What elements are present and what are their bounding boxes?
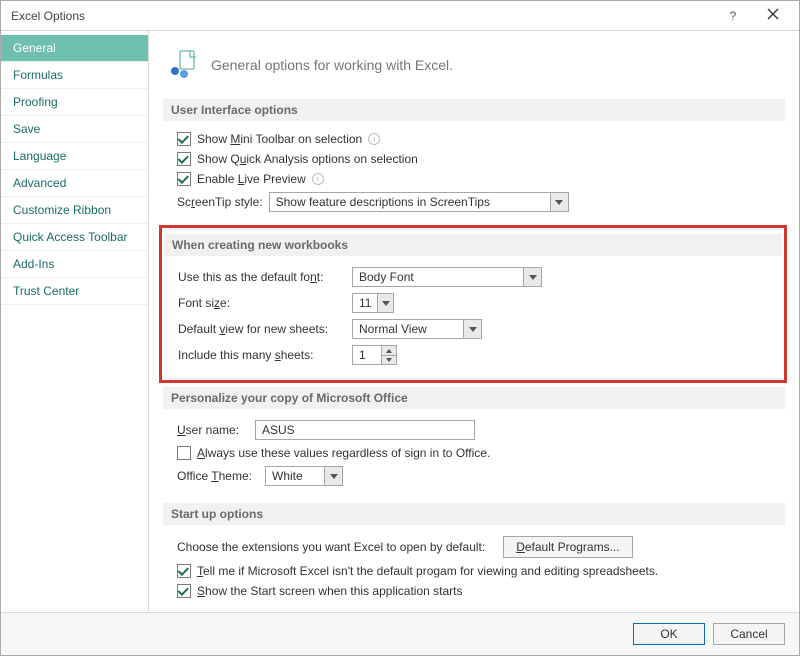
page-heading: General options for working with Excel. xyxy=(163,41,785,95)
choose-extensions-label: Choose the extensions you want Excel to … xyxy=(177,540,485,554)
section-personalize-title: Personalize your copy of Microsoft Offic… xyxy=(163,387,785,409)
show-start-screen-checkbox[interactable] xyxy=(177,584,191,598)
default-programs-button[interactable]: Default Programs... xyxy=(503,536,632,558)
spinner-up-icon[interactable] xyxy=(382,346,396,355)
sidebar-item-advanced[interactable]: Advanced xyxy=(1,170,148,197)
office-theme-value: White xyxy=(272,469,309,483)
spinner-down-icon[interactable] xyxy=(382,355,396,364)
ok-button[interactable]: OK xyxy=(633,623,705,645)
info-icon[interactable] xyxy=(368,133,380,145)
section-newwb: Use this as the default font: Body Font … xyxy=(164,256,782,378)
section-startup-title: Start up options xyxy=(163,503,785,525)
live-preview-checkbox[interactable] xyxy=(177,172,191,186)
default-view-label: Default view for new sheets: xyxy=(178,322,346,336)
sheet-count-value: 1 xyxy=(353,346,381,364)
default-font-value: Body Font xyxy=(359,270,420,284)
ok-label: OK xyxy=(660,627,677,641)
general-options-icon xyxy=(167,49,199,81)
default-view-select[interactable]: Normal View xyxy=(352,319,482,339)
sidebar-item-qat[interactable]: Quick Access Toolbar xyxy=(1,224,148,251)
section-startup: Choose the extensions you want Excel to … xyxy=(163,525,785,611)
cancel-label: Cancel xyxy=(730,627,767,641)
sidebar-item-proofing[interactable]: Proofing xyxy=(1,89,148,116)
dialog-footer: OK Cancel xyxy=(1,613,799,655)
always-use-values-checkbox[interactable] xyxy=(177,446,191,460)
section-newwb-title: When creating new workbooks xyxy=(164,234,782,256)
highlight-box: When creating new workbooks Use this as … xyxy=(159,225,787,383)
default-font-label: Use this as the default font: xyxy=(178,270,346,284)
info-icon[interactable] xyxy=(312,173,324,185)
username-label: User name: xyxy=(177,423,249,437)
close-icon xyxy=(767,8,779,23)
screentip-style-select[interactable]: Show feature descriptions in ScreenTips xyxy=(269,192,569,212)
sidebar-item-customize-ribbon[interactable]: Customize Ribbon xyxy=(1,197,148,224)
show-start-screen-label: Show the Start screen when this applicat… xyxy=(197,584,462,598)
content-pane: General options for working with Excel. … xyxy=(149,31,799,612)
sidebar-item-addins[interactable]: Add-Ins xyxy=(1,251,148,278)
screentip-style-label: ScreenTip style: xyxy=(177,195,263,209)
excel-options-dialog: Excel Options ? General Formulas Proofin… xyxy=(0,0,800,656)
sheet-count-spinner[interactable]: 1 xyxy=(352,345,397,365)
always-use-values-label: Always use these values regardless of si… xyxy=(197,446,490,460)
username-input[interactable]: ASUS xyxy=(255,420,475,440)
chevron-down-icon xyxy=(550,193,568,211)
mini-toolbar-checkbox[interactable] xyxy=(177,132,191,146)
close-button[interactable] xyxy=(753,2,793,30)
section-ui-title: User Interface options xyxy=(163,99,785,121)
category-sidebar: General Formulas Proofing Save Language … xyxy=(1,31,149,612)
sidebar-item-language[interactable]: Language xyxy=(1,143,148,170)
tell-me-default-label: Tell me if Microsoft Excel isn't the def… xyxy=(197,564,658,578)
dialog-title: Excel Options xyxy=(11,9,713,23)
quick-analysis-checkbox[interactable] xyxy=(177,152,191,166)
chevron-down-icon xyxy=(463,320,481,338)
default-programs-label: Default Programs... xyxy=(516,540,619,554)
sidebar-item-general[interactable]: General xyxy=(1,35,148,62)
office-theme-label: Office Theme: xyxy=(177,469,259,483)
office-theme-select[interactable]: White xyxy=(265,466,343,486)
quick-analysis-label: Show Quick Analysis options on selection xyxy=(197,152,418,166)
chevron-down-icon xyxy=(523,268,541,286)
sidebar-item-formulas[interactable]: Formulas xyxy=(1,62,148,89)
help-icon: ? xyxy=(730,9,737,23)
screentip-style-value: Show feature descriptions in ScreenTips xyxy=(276,195,496,209)
live-preview-label: Enable Live Preview xyxy=(197,172,306,186)
sheet-count-label: Include this many sheets: xyxy=(178,348,346,362)
section-ui: Show Mini Toolbar on selection Show Quic… xyxy=(163,121,785,225)
chevron-down-icon xyxy=(324,467,342,485)
chevron-down-icon xyxy=(377,294,393,312)
default-view-value: Normal View xyxy=(359,322,433,336)
font-size-select[interactable]: 11 xyxy=(352,293,394,313)
mini-toolbar-label: Show Mini Toolbar on selection xyxy=(197,132,362,146)
page-heading-text: General options for working with Excel. xyxy=(211,57,453,73)
section-personalize: User name: ASUS Always use these values … xyxy=(163,409,785,499)
sidebar-item-trust-center[interactable]: Trust Center xyxy=(1,278,148,305)
username-value: ASUS xyxy=(262,423,295,437)
sidebar-item-save[interactable]: Save xyxy=(1,116,148,143)
default-font-select[interactable]: Body Font xyxy=(352,267,542,287)
cancel-button[interactable]: Cancel xyxy=(713,623,785,645)
help-button[interactable]: ? xyxy=(713,2,753,30)
tell-me-default-checkbox[interactable] xyxy=(177,564,191,578)
font-size-value: 11 xyxy=(359,296,377,310)
titlebar: Excel Options ? xyxy=(1,1,799,31)
font-size-label: Font size: xyxy=(178,296,346,310)
